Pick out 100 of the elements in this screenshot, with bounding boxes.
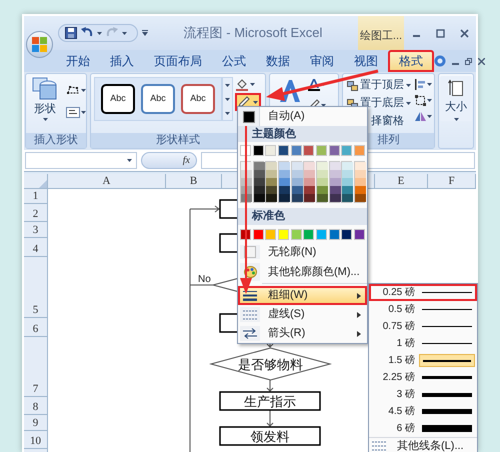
column-header[interactable]: F [448,172,455,190]
maximize-icon[interactable] [436,28,444,38]
color-swatch[interactable] [304,162,316,170]
color-swatch[interactable] [330,162,341,170]
color-swatch[interactable] [266,186,278,194]
column-header[interactable]: B [190,172,198,190]
ribbon-tab[interactable]: 公式 [212,50,256,72]
ribbon-tab[interactable]: 开始 [56,50,100,72]
color-swatch[interactable] [279,178,290,186]
menu-item[interactable]: 其他轮廓颜色(M)... [238,261,367,283]
help-icon[interactable] [434,55,446,67]
color-swatch[interactable] [292,170,303,178]
ribbon-tab[interactable]: 插入 [100,50,144,72]
gallery-scroll[interactable] [222,77,233,121]
color-swatch[interactable] [292,178,303,186]
weight-option[interactable]: 3 磅 [369,386,477,403]
color-swatch[interactable] [292,186,303,194]
color-swatch[interactable] [317,170,328,178]
color-swatch[interactable] [317,186,328,194]
weight-option[interactable]: 4.5 磅 [369,403,477,420]
color-swatch[interactable] [355,162,366,170]
color-swatch[interactable] [266,162,278,170]
color-swatch[interactable] [316,145,328,156]
color-swatch[interactable] [278,145,290,156]
color-swatch[interactable] [304,194,316,202]
menu-item[interactable]: 虚线(S) [238,305,367,324]
ribbon-tab[interactable]: 视图 [344,50,388,72]
menu-item[interactable]: 箭头(R) [238,324,367,343]
color-swatch[interactable] [303,229,314,240]
menu-item[interactable]: 无轮廓(N) [238,243,367,261]
color-swatch[interactable] [304,186,316,194]
menu-item[interactable]: 粗细(W) [238,286,367,305]
ribbon-tab[interactable]: 页面布局 [144,50,212,72]
color-swatch[interactable] [265,229,276,240]
group-icon[interactable] [415,95,426,106]
column-header[interactable]: A [102,172,110,190]
color-swatch[interactable] [355,194,366,202]
color-swatch[interactable] [252,229,264,240]
color-swatch[interactable] [316,229,328,240]
color-swatch[interactable] [317,178,328,186]
weight-option[interactable]: 0.75 磅 [369,318,477,335]
ribbon-tab[interactable]: 格式 [388,50,434,72]
weight-option[interactable]: 0.5 磅 [369,301,477,318]
row-header[interactable]: 8 [32,400,38,414]
color-swatch[interactable] [341,229,352,240]
size-button[interactable]: 大小 [440,76,472,120]
shapes-button[interactable]: 形状 [30,77,60,120]
color-swatch[interactable] [342,186,354,194]
color-swatch[interactable] [342,170,354,178]
rotate-icon[interactable] [415,111,426,122]
color-swatch[interactable] [330,186,341,194]
color-swatch[interactable] [328,145,340,156]
color-swatch[interactable] [254,178,265,186]
color-swatch[interactable] [355,170,366,178]
color-swatch[interactable] [354,229,366,240]
color-swatch[interactable] [304,170,316,178]
color-swatch[interactable] [355,186,366,194]
menu-item[interactable]: 其他线条(L)... [369,437,477,452]
color-swatch[interactable] [279,194,290,202]
weight-option[interactable]: 1 磅 [369,335,477,352]
color-swatch[interactable] [254,170,265,178]
ribbon-tab[interactable]: 数据 [256,50,300,72]
save-icon[interactable] [65,27,77,39]
align-icon[interactable] [415,79,426,90]
weight-option[interactable]: 2.25 磅 [369,369,477,386]
color-swatch[interactable] [303,145,314,156]
column-header[interactable]: E [398,172,404,190]
color-swatch[interactable] [279,162,290,170]
ribbon-tab[interactable]: 审阅 [300,50,344,72]
row-header[interactable]: 5 [32,303,38,317]
color-swatch[interactable] [317,162,328,170]
restore-icon[interactable] [465,58,472,64]
color-swatch[interactable] [328,229,340,240]
color-swatch[interactable] [290,229,302,240]
color-swatch[interactable] [342,194,354,202]
color-swatch[interactable] [292,194,303,202]
text-box-icon[interactable] [66,107,80,118]
weight-option[interactable]: 6 磅 [369,420,477,437]
color-swatch[interactable] [317,194,328,202]
undo-icon[interactable] [81,27,93,39]
customize-icon[interactable] [142,30,148,36]
row-header[interactable]: 6 [32,322,38,336]
color-swatch[interactable] [342,162,354,170]
color-swatch[interactable] [355,178,366,186]
arrange-button[interactable]: 置于顶层 [347,78,411,93]
color-swatch[interactable] [278,229,290,240]
color-swatch[interactable] [290,145,302,156]
color-swatch[interactable] [252,145,264,156]
close-icon[interactable] [478,58,485,64]
color-swatch[interactable] [254,194,265,202]
close-icon[interactable] [460,28,468,38]
weight-option[interactable]: 0.25 磅 [369,284,477,301]
color-swatch[interactable] [254,162,265,170]
color-swatch[interactable] [341,145,352,156]
color-swatch[interactable] [279,186,290,194]
text-fill-icon[interactable] [308,78,320,91]
color-swatch[interactable] [254,186,265,194]
color-swatch[interactable] [266,194,278,202]
insert-function-button[interactable]: fx [141,152,197,169]
color-swatch[interactable] [279,170,290,178]
